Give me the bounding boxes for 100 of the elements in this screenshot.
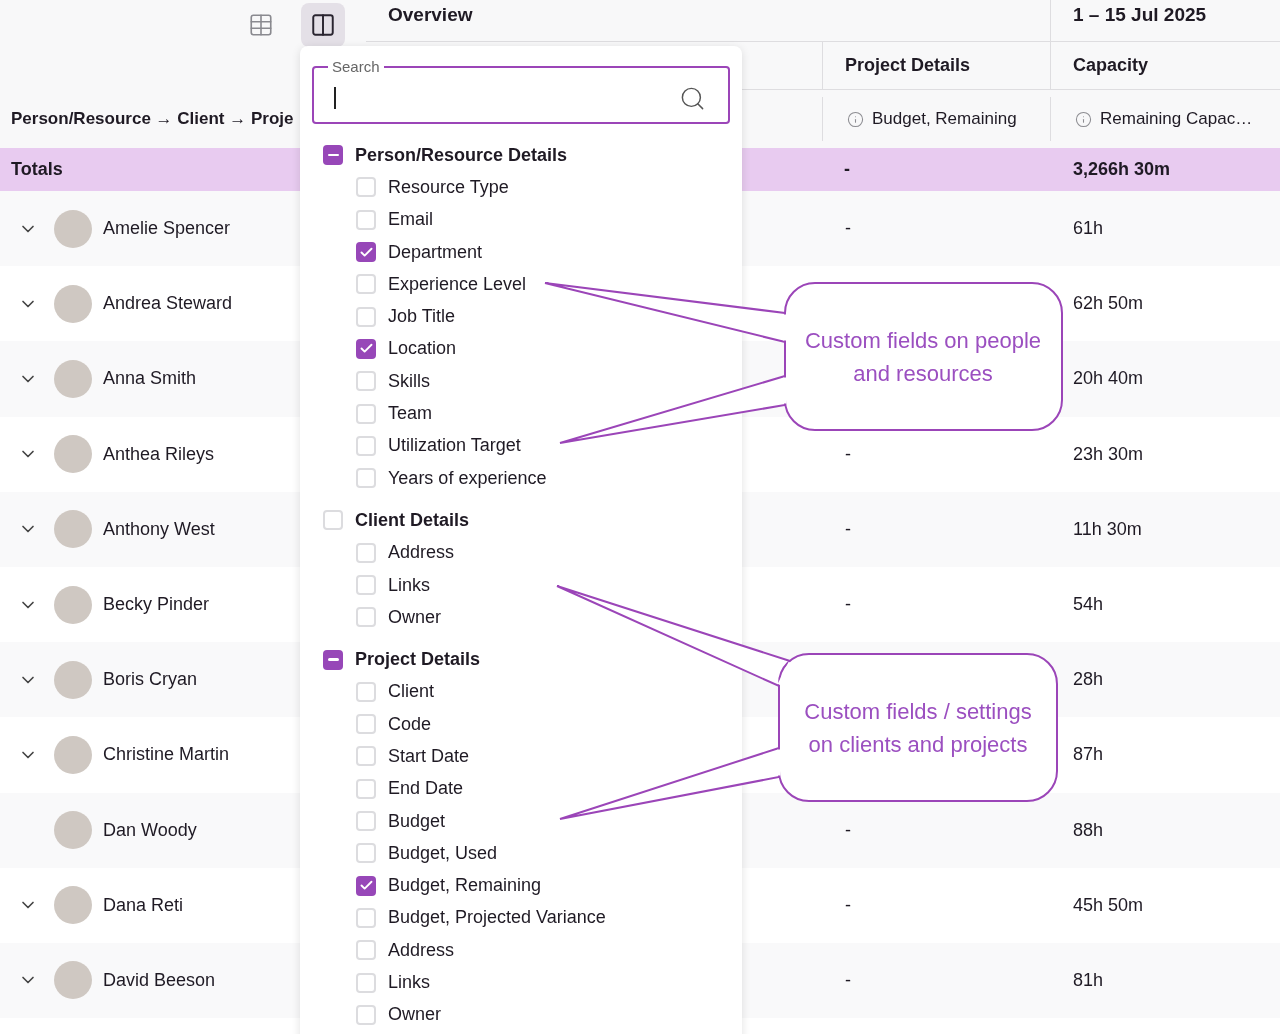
- field-label: Start Date: [388, 745, 470, 768]
- checkbox[interactable]: [356, 875, 376, 896]
- capacity-cell: 54h: [1073, 594, 1104, 615]
- grouping-header: Person/Resource → Client → Proje: [11, 109, 294, 129]
- checkbox[interactable]: [356, 714, 376, 735]
- avatar: [54, 435, 92, 474]
- capacity-cell: 23h 30m: [1073, 443, 1144, 464]
- person-name: Anna Smith: [103, 367, 197, 391]
- checkbox[interactable]: [356, 338, 376, 359]
- date-range: 1 – 15 Jul 2025: [1073, 4, 1207, 25]
- checkbox[interactable]: [356, 746, 376, 767]
- field-checkbox-row[interactable]: Email: [312, 203, 433, 236]
- checkbox[interactable]: [356, 681, 376, 702]
- field-checkbox-row[interactable]: Links: [312, 966, 431, 999]
- checkbox[interactable]: [356, 242, 376, 263]
- field-checkbox-row[interactable]: Budget, Projected Variance: [312, 901, 606, 935]
- field-label: Owner: [388, 605, 441, 629]
- checkbox[interactable]: [356, 907, 376, 928]
- budget-cell: -: [845, 969, 851, 990]
- field-checkbox-row[interactable]: Budget: [312, 804, 446, 838]
- field-checkbox-row[interactable]: End Date: [312, 772, 464, 805]
- checkbox[interactable]: [356, 306, 376, 327]
- totals-label: Totals: [11, 159, 63, 179]
- checkbox[interactable]: [356, 177, 376, 198]
- callout-text: Custom fields / settings on clients and projects: [803, 697, 1033, 759]
- avatar: [54, 961, 92, 1000]
- field-checkbox-row[interactable]: Utilization Target: [312, 429, 521, 462]
- field-checkbox-row[interactable]: Owner: [312, 998, 441, 1031]
- field-label: End Date: [388, 777, 464, 801]
- checkbox[interactable]: [356, 542, 376, 563]
- group-checkbox-row[interactable]: Client Details: [312, 504, 470, 537]
- checkbox[interactable]: [356, 843, 376, 864]
- checkbox[interactable]: [356, 1004, 376, 1025]
- field-checkbox-row[interactable]: Links: [312, 568, 431, 602]
- checkbox[interactable]: [356, 778, 376, 799]
- budget-cell: -: [845, 443, 851, 464]
- field-label: Client: [388, 680, 435, 704]
- checkbox[interactable]: [323, 649, 343, 670]
- checkbox[interactable]: [356, 435, 376, 456]
- field-label: Address: [388, 938, 455, 962]
- field-checkbox-row[interactable]: Resource Type: [312, 171, 509, 204]
- field-label: Years of experience: [388, 466, 547, 490]
- field-label: Location: [388, 337, 457, 361]
- field-checkbox-row[interactable]: Skills: [312, 365, 430, 398]
- person-name: Becky Pinder: [103, 593, 210, 617]
- checkbox[interactable]: [356, 972, 376, 993]
- search-field[interactable]: Search: [312, 58, 730, 124]
- group-label: Project Details: [355, 648, 481, 672]
- field-checkbox-row[interactable]: Address: [312, 934, 455, 967]
- avatar: [54, 811, 92, 850]
- person-name: Anthony West: [103, 517, 215, 541]
- field-checkbox-row[interactable]: Job Title: [312, 300, 456, 333]
- avatar: [54, 735, 92, 774]
- group-checkbox-row[interactable]: Person/Resource Details: [312, 139, 568, 172]
- field-checkbox-row[interactable]: Team: [312, 397, 432, 430]
- text-cursor: [334, 87, 336, 109]
- minus-icon: [327, 658, 339, 661]
- columns-view-button[interactable]: [301, 3, 345, 47]
- totals-budget: -: [844, 159, 850, 179]
- column-header: Remaining Capac…: [1100, 108, 1253, 131]
- capacity-cell: 87h: [1073, 744, 1104, 765]
- field-checkbox-row[interactable]: Start Date: [312, 740, 470, 773]
- avatar: [54, 585, 92, 624]
- checkbox[interactable]: [323, 145, 343, 166]
- checkbox[interactable]: [356, 575, 376, 595]
- field-checkbox-row[interactable]: Years of experience: [312, 461, 547, 495]
- budget-cell: -: [845, 218, 851, 239]
- field-checkbox-row[interactable]: Experience Level: [312, 268, 527, 301]
- field-label: Code: [388, 712, 432, 736]
- capacity-cell: 20h 40m: [1073, 368, 1144, 389]
- field-label: Team: [388, 402, 432, 425]
- checkbox[interactable]: [356, 468, 376, 489]
- checkbox[interactable]: [356, 274, 376, 295]
- avatar: [54, 510, 92, 549]
- field-checkbox-row[interactable]: Location: [312, 332, 457, 366]
- field-checkbox-row[interactable]: Budget, Remaining: [312, 869, 542, 902]
- checkbox[interactable]: [323, 510, 343, 531]
- budget-cell: -: [845, 594, 851, 615]
- avatar: [54, 886, 92, 925]
- person-name: Andrea Steward: [103, 292, 233, 316]
- avatar: [54, 660, 92, 699]
- field-checkbox-row[interactable]: Client: [312, 675, 435, 709]
- checkbox[interactable]: [356, 811, 376, 832]
- field-label: Links: [388, 971, 431, 995]
- field-checkbox-row[interactable]: Code: [312, 708, 432, 741]
- field-checkbox-row[interactable]: Department: [312, 235, 483, 269]
- checkbox[interactable]: [356, 209, 376, 230]
- field-label: Address: [388, 541, 455, 565]
- checkbox[interactable]: [356, 403, 376, 424]
- person-name: Amelie Spencer: [103, 217, 231, 241]
- field-label: Job Title: [388, 305, 456, 329]
- person-name: Christine Martin: [103, 743, 230, 767]
- field-checkbox-row[interactable]: Owner: [312, 601, 441, 634]
- checkbox[interactable]: [356, 940, 376, 961]
- checkbox[interactable]: [356, 371, 376, 392]
- field-checkbox-row[interactable]: Address: [312, 536, 455, 569]
- group-checkbox-row[interactable]: Project Details: [312, 643, 481, 676]
- column-group-header: Project Details: [845, 54, 971, 77]
- field-checkbox-row[interactable]: Budget, Used: [312, 837, 498, 870]
- checkbox[interactable]: [356, 607, 376, 628]
